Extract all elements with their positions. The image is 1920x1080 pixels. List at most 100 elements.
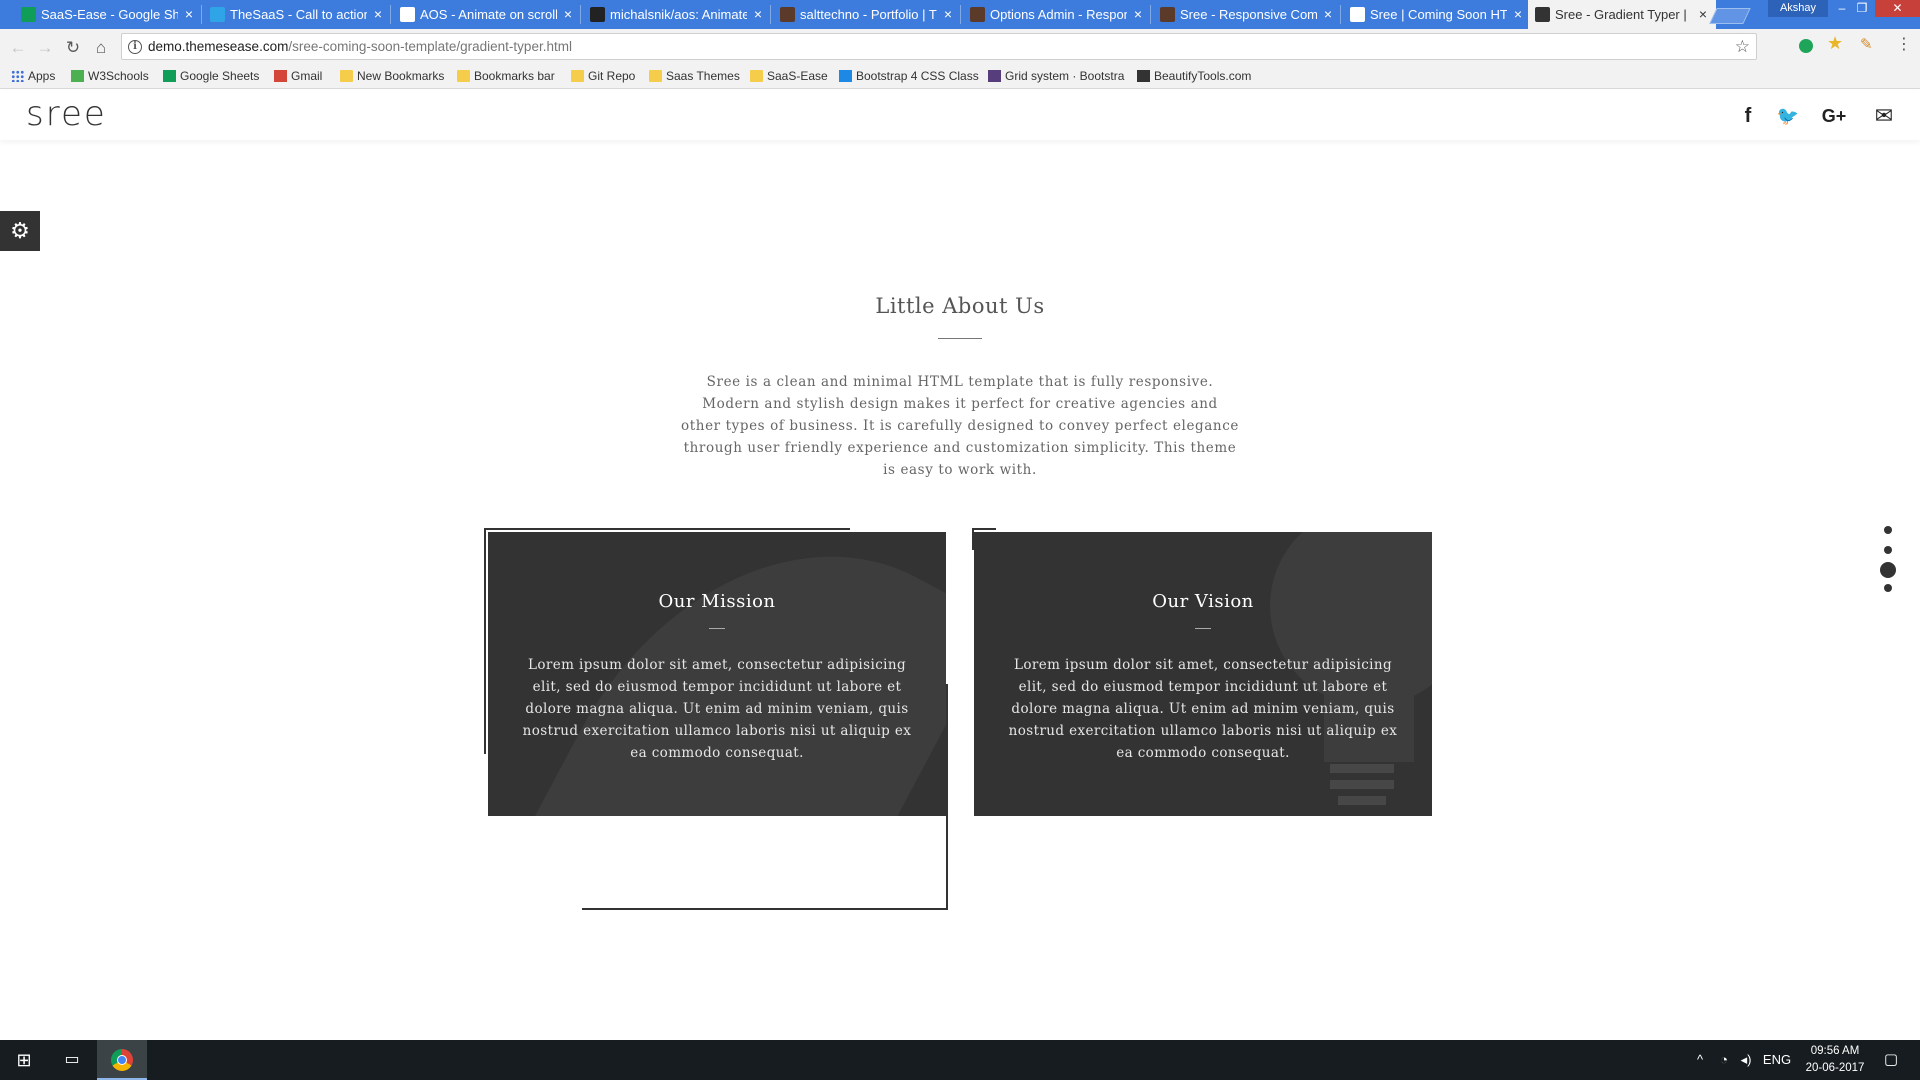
extension-tool-icon[interactable]: ✎ — [1860, 35, 1873, 53]
folder-icon — [571, 70, 584, 82]
network-icon[interactable]: ◔ — [1714, 1040, 1734, 1080]
gmail-icon — [274, 70, 287, 82]
thumbnail-icon — [780, 7, 795, 22]
bookmark-item[interactable]: New Bookmarks — [339, 66, 449, 89]
bookmark-item[interactable]: Bootstrap 4 CSS Class — [838, 66, 982, 89]
tab-title: Sree - Gradient Typer | — [1555, 7, 1687, 22]
bookmarks-bar: Apps W3Schools Google Sheets Gmail New Bookm… — [0, 66, 1920, 89]
section-dot[interactable] — [1884, 526, 1892, 534]
folder-icon — [457, 70, 470, 82]
settings-gear-icon[interactable]: ⚙ — [0, 211, 40, 251]
tab-close-icon[interactable]: × — [182, 0, 196, 29]
address-url[interactable]: demo.themesease.com/sree-coming-soon-tem… — [148, 34, 572, 59]
action-center-icon[interactable]: ▢ — [1876, 1040, 1906, 1080]
folder-icon — [340, 70, 353, 82]
extension-green-icon[interactable] — [1799, 39, 1813, 53]
bookmark-label: SaaS-Ease — [767, 69, 828, 83]
taskbar-clock[interactable]: 09:56 AM 20-06-2017 — [1800, 1043, 1870, 1077]
volume-icon[interactable]: ◂) — [1736, 1040, 1756, 1080]
reload-button[interactable]: ↻ — [61, 29, 85, 66]
task-view-icon[interactable]: ▭ — [48, 1040, 96, 1080]
sheets-icon — [21, 7, 36, 22]
browser-tab[interactable]: SaaS-Ease - Google Sheets × — [14, 0, 202, 29]
bookmark-item[interactable]: Git Repo — [570, 66, 644, 89]
new-tab-button[interactable] — [1709, 8, 1751, 24]
mission-text: Lorem ipsum dolor sit amet, consectetur … — [522, 657, 912, 761]
apps-icon — [11, 70, 24, 82]
vision-card-panel: Our Vision Lorem ipsum dolor sit amet, c… — [974, 532, 1432, 816]
google-plus-icon[interactable]: G+ — [1818, 104, 1850, 128]
lightbulb-base-line — [1330, 764, 1394, 773]
document-icon — [400, 7, 415, 22]
tab-title: Sree | Coming Soon HT — [1370, 7, 1507, 22]
back-button[interactable]: ← — [6, 29, 30, 66]
close-window-button[interactable]: ✕ — [1875, 0, 1920, 17]
lightbulb-base-line — [1338, 796, 1386, 805]
bookmark-item[interactable]: Grid system · Bootstra — [987, 66, 1131, 89]
tab-close-icon[interactable]: × — [371, 0, 385, 29]
tab-title: michalsnik/aos: Animate — [610, 7, 747, 22]
tab-title: SaaS-Ease - Google Sheets — [41, 7, 178, 22]
bookmark-star-icon[interactable]: ☆ — [1735, 35, 1750, 58]
active-browser-tab[interactable]: Sree - Gradient Typer | × — [1528, 0, 1716, 29]
bookmark-item[interactable]: BeautifyTools.com — [1136, 66, 1266, 89]
thesaas-icon — [210, 7, 225, 22]
browser-tab[interactable]: Options Admin - Respon × — [963, 0, 1151, 29]
address-bar[interactable]: i demo.themesease.com/sree-coming-soon-t… — [121, 33, 1757, 60]
vision-card: Our Vision Lorem ipsum dolor sit amet, c… — [972, 528, 1438, 910]
windows-start-icon[interactable]: ⊞ — [0, 1040, 48, 1080]
bookmark-item[interactable]: Bookmarks bar — [456, 66, 566, 89]
home-button[interactable]: ⌂ — [89, 29, 113, 66]
paper-plane-icon — [1350, 7, 1365, 22]
browser-tab[interactable]: TheSaaS - Call to action × — [203, 0, 391, 29]
tab-title: AOS - Animate on scroll — [420, 7, 557, 22]
facebook-icon[interactable]: f — [1736, 104, 1760, 128]
section-dot[interactable] — [1884, 546, 1892, 554]
profile-button[interactable]: Akshay — [1768, 0, 1828, 17]
browser-tab[interactable]: AOS - Animate on scroll × — [393, 0, 581, 29]
about-text: Sree is a clean and minimal HTML templat… — [681, 374, 1239, 478]
bookmark-label: W3Schools — [88, 69, 149, 83]
browser-tab[interactable]: Sree - Responsive Comi × — [1153, 0, 1341, 29]
site-header: sree f 🐦 G+ ✉ — [0, 90, 1920, 140]
section-dot-active[interactable] — [1880, 562, 1896, 578]
clock-time: 09:56 AM — [1810, 1045, 1860, 1057]
tab-title: Sree - Responsive Comi — [1180, 7, 1317, 22]
browser-tab[interactable]: michalsnik/aos: Animate × — [583, 0, 771, 29]
folder-icon — [649, 70, 662, 82]
bootstrap-icon — [839, 70, 852, 82]
tab-close-icon[interactable]: × — [1696, 0, 1710, 29]
bookmark-item[interactable]: Google Sheets — [162, 66, 270, 89]
bookmark-item[interactable]: Gmail — [273, 66, 335, 89]
tab-close-icon[interactable]: × — [941, 0, 955, 29]
site-logo[interactable]: sree — [26, 94, 107, 134]
maximize-button[interactable]: ❐ — [1848, 0, 1876, 17]
tab-close-icon[interactable]: × — [1511, 0, 1525, 29]
bookmark-item[interactable]: W3Schools — [70, 66, 158, 89]
bookmark-item[interactable]: Saas Themes — [648, 66, 744, 89]
chrome-icon — [111, 1049, 133, 1071]
tray-chevron-icon[interactable]: ^ — [1690, 1040, 1710, 1080]
language-indicator[interactable]: ENG — [1762, 1040, 1792, 1080]
bookmark-item[interactable]: SaaS-Ease — [749, 66, 833, 89]
tab-close-icon[interactable]: × — [751, 0, 765, 29]
browser-tab[interactable]: salttechno - Portfolio | T × — [773, 0, 961, 29]
bookmark-label: Git Repo — [588, 69, 636, 83]
extension-star-icon[interactable]: ★ — [1827, 33, 1843, 54]
chrome-menu-icon[interactable]: ⋮ — [1896, 34, 1912, 54]
section-dot[interactable] — [1884, 584, 1892, 592]
chrome-taskbar-button[interactable] — [97, 1040, 147, 1080]
bookmark-label: New Bookmarks — [357, 69, 445, 83]
tab-close-icon[interactable]: × — [1321, 0, 1335, 29]
bookmark-item[interactable]: Apps — [10, 66, 66, 89]
email-icon[interactable]: ✉ — [1872, 104, 1896, 128]
browser-tab[interactable]: Sree | Coming Soon HT × — [1343, 0, 1531, 29]
forward-button[interactable]: → — [33, 29, 57, 66]
info-icon[interactable]: i — [128, 40, 142, 54]
bookmark-label: Apps — [28, 69, 56, 83]
tab-close-icon[interactable]: × — [1131, 0, 1145, 29]
twitter-icon[interactable]: 🐦 — [1776, 104, 1800, 128]
tab-close-icon[interactable]: × — [561, 0, 575, 29]
bootstrap-b-icon — [988, 70, 1001, 82]
browser-toolbar: ← → ↻ ⌂ i demo.themesease.com/sree-comin… — [0, 29, 1920, 66]
